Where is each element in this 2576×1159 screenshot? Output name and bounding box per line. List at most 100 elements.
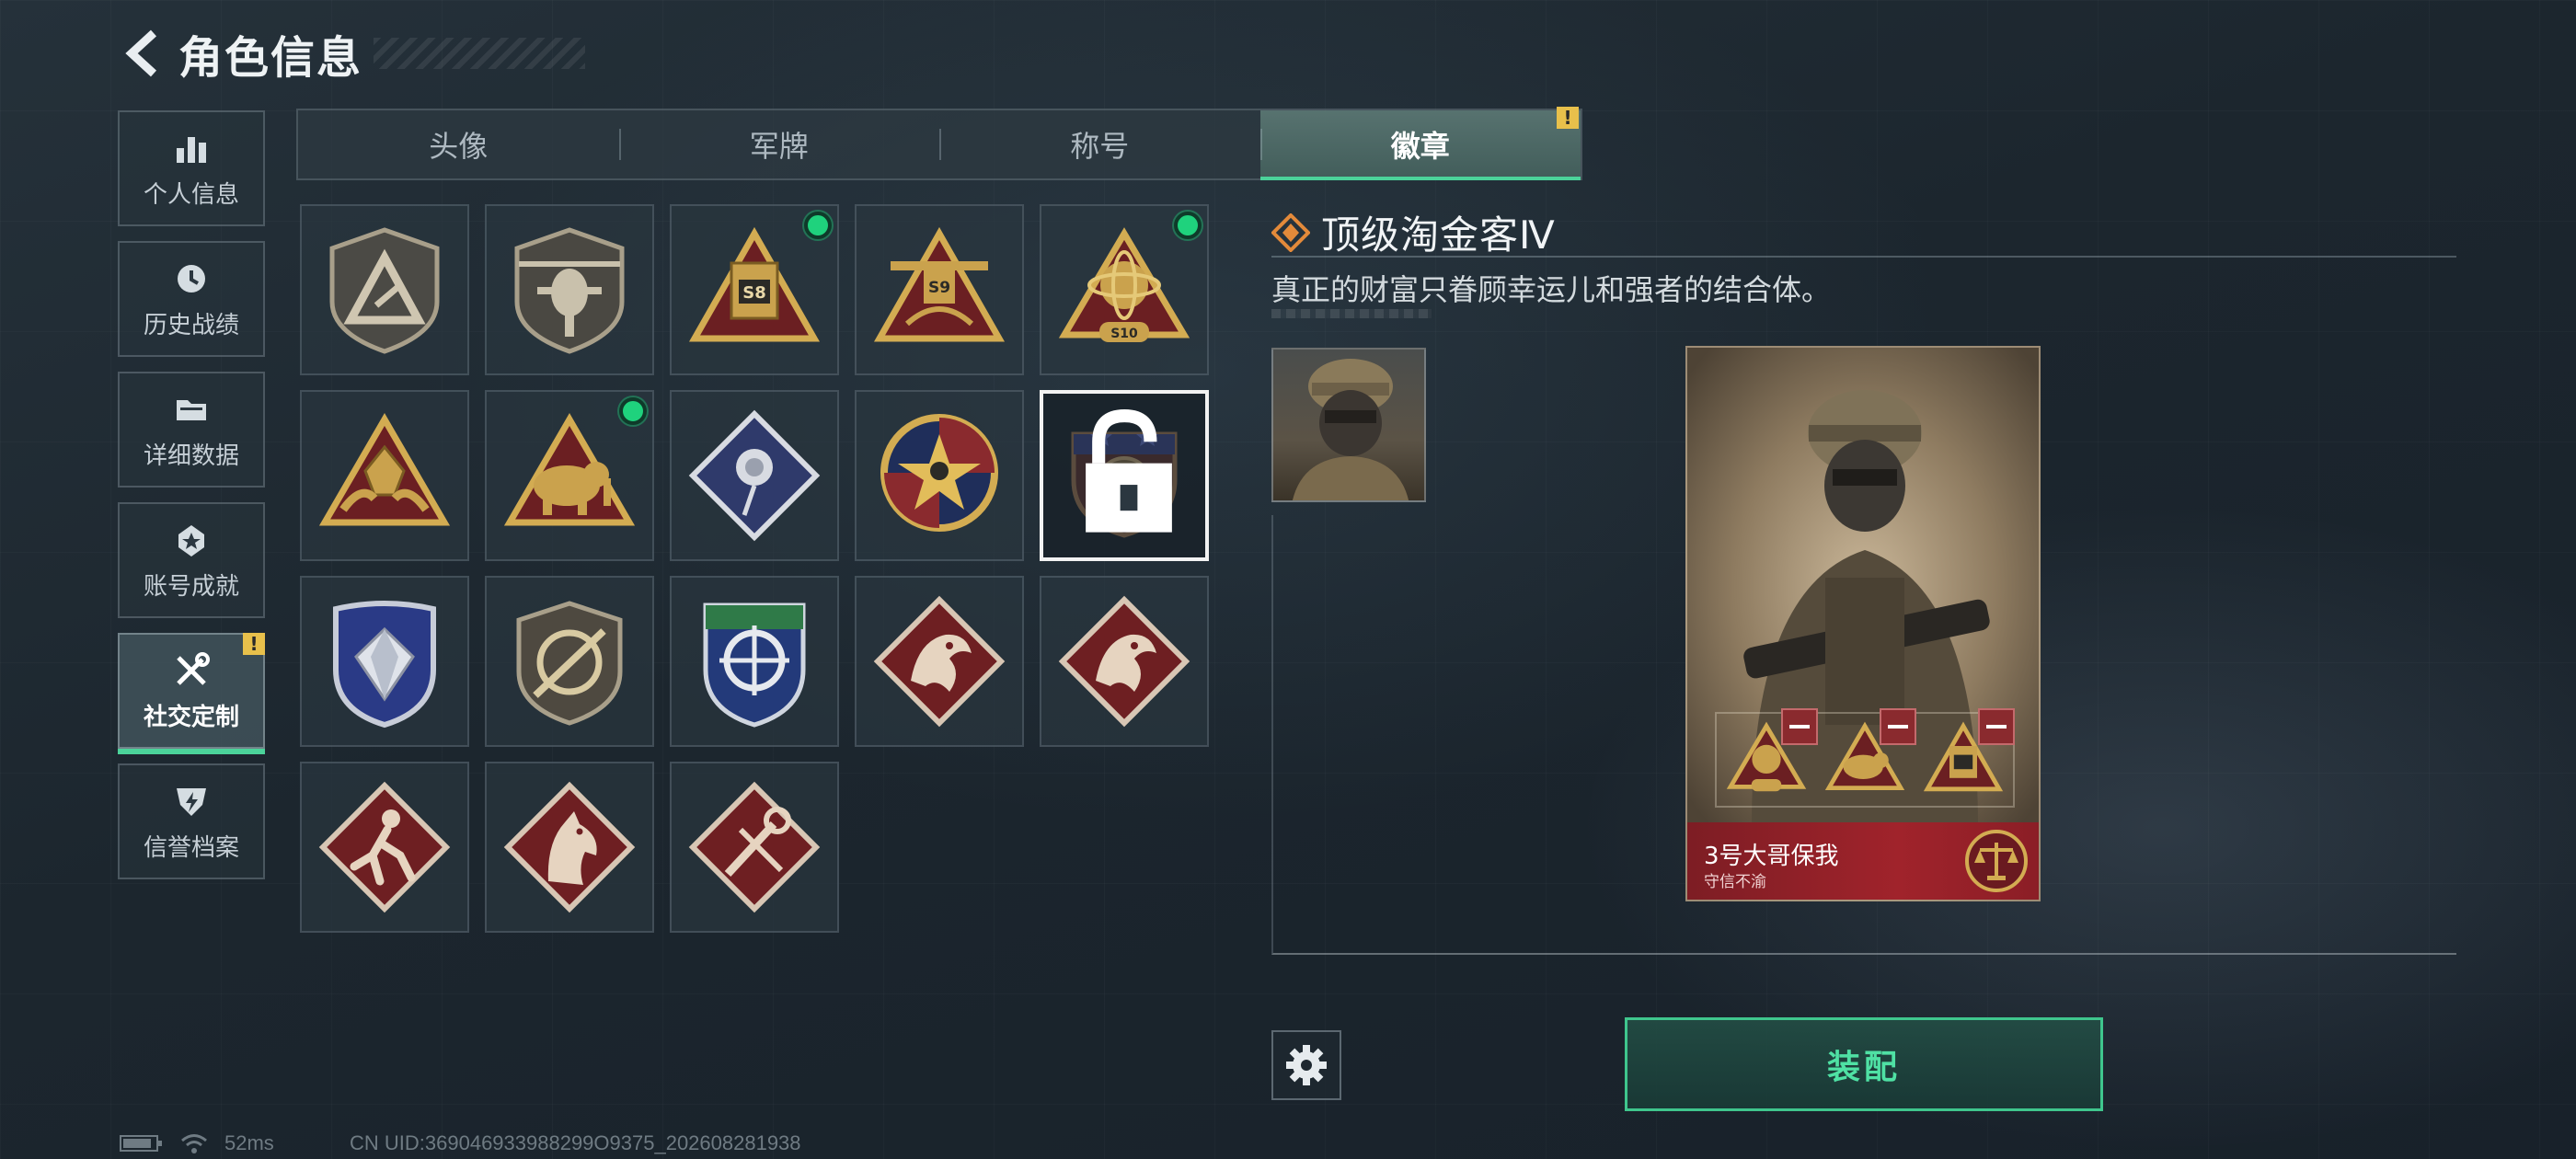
soldier-avatar-icon[interactable] — [1271, 348, 1426, 502]
scales-emblem-icon — [1965, 830, 2028, 892]
medal-icon — [171, 520, 212, 560]
sidebar-item-history[interactable]: 历史战绩 — [118, 241, 265, 357]
divider — [1271, 256, 2456, 258]
badge-cell[interactable]: S8 — [670, 204, 839, 375]
svg-text:S9: S9 — [928, 279, 950, 297]
badge-slots — [1715, 708, 2016, 808]
player-card: 3号大哥保我 守信不渝 — [1685, 346, 2041, 901]
sidebar-item-detailed-data[interactable]: 详细数据 — [118, 372, 265, 488]
badge-cell[interactable] — [855, 576, 1024, 747]
badge-cell-selected[interactable] — [1040, 390, 1209, 561]
badge-name: 顶级淘金客Ⅳ — [1321, 212, 1556, 258]
new-indicator — [1174, 212, 1202, 239]
s8-triangle-badge-icon: S8 — [688, 226, 821, 342]
svg-text:S8: S8 — [742, 283, 766, 303]
equip-button[interactable]: 装配 — [1625, 1017, 2103, 1111]
sidebar-item-label: 个人信息 — [143, 180, 239, 209]
tools-icon — [171, 650, 212, 691]
red-horse-badge-icon — [503, 781, 636, 913]
helicopter-shield-badge-icon — [514, 227, 625, 354]
gear-icon — [1286, 1045, 1327, 1085]
lock-open-icon — [1086, 409, 1172, 533]
tab-dog-tag[interactable]: 军牌 — [618, 110, 940, 178]
sidebar-item-label: 账号成就 — [143, 572, 239, 601]
badge-cell[interactable] — [300, 762, 469, 933]
badge-cell[interactable] — [485, 576, 654, 747]
category-tabs: 头像 军牌 称号 徽章 ! — [296, 107, 1582, 180]
tab-label: 徽章 — [1390, 129, 1450, 164]
badge-slot[interactable] — [1919, 708, 2016, 804]
badge-cell[interactable] — [670, 576, 839, 747]
gold-triangle-elephant-badge-icon — [503, 413, 636, 526]
sidebar-item-label: 信誉档案 — [143, 833, 239, 862]
badge-cell[interactable] — [485, 762, 654, 933]
tab-title[interactable]: 称号 — [939, 110, 1260, 178]
red-dragon-badge-2-icon — [1058, 595, 1190, 728]
badge-cell[interactable] — [670, 762, 839, 933]
orange-diamond-icon — [1271, 212, 1310, 252]
crosshair-shield-badge-icon — [703, 602, 806, 728]
header: 角色信息 — [120, 24, 586, 84]
badge-cell[interactable] — [855, 390, 1024, 561]
svg-text:S10: S10 — [1110, 327, 1138, 341]
shield-bolt-icon — [171, 781, 212, 821]
badge-cell[interactable] — [300, 204, 469, 375]
badge-slot[interactable] — [1722, 708, 1818, 804]
status-bar: 52ms — [120, 1130, 274, 1157]
card-footer: 3号大哥保我 守信不渝 — [1687, 822, 2039, 900]
title-decoration — [374, 38, 586, 69]
player-subtitle: 守信不渝 — [1704, 873, 1766, 891]
settings-button[interactable] — [1271, 1030, 1341, 1100]
sidebar-item-reputation[interactable]: 信誉档案 — [118, 763, 265, 879]
warning-badge: ! — [243, 633, 265, 655]
wifi-icon — [181, 1134, 207, 1153]
s10-triangle-badge-icon: S10 — [1058, 227, 1190, 342]
sidebar: 个人信息 历史战绩 详细数据 账号成就 ! 社交定制 信誉档案 — [118, 110, 265, 894]
rifle-shield-badge-icon — [516, 601, 623, 726]
rose-diamond-badge-icon — [688, 409, 821, 542]
folder-icon — [171, 389, 212, 430]
remove-badge-button[interactable] — [1978, 708, 2016, 745]
badge-cell[interactable] — [670, 390, 839, 561]
badge-cell[interactable]: S10 — [1040, 204, 1209, 375]
remove-badge-button[interactable] — [1780, 708, 1818, 745]
badge-cell[interactable]: S9 — [855, 204, 1024, 375]
tab-badge[interactable]: 徽章 ! — [1259, 107, 1581, 180]
new-indicator — [619, 397, 647, 425]
red-runner-badge-icon — [318, 781, 451, 913]
blue-diamond-shield-badge-icon — [333, 601, 436, 729]
sidebar-item-social-custom[interactable]: ! 社交定制 — [118, 633, 265, 754]
chevron-left-icon[interactable] — [120, 26, 166, 81]
new-indicator — [804, 212, 832, 239]
warning-badge: ! — [1557, 107, 1579, 129]
badge-grid: S8 S9 S10 — [300, 204, 1211, 933]
user-uid: CN UID:369046933988299O9375_202608281938 — [350, 1131, 801, 1154]
star-skull-round-badge-icon — [880, 414, 998, 532]
battery-icon — [120, 1135, 162, 1152]
badge-slot[interactable] — [1821, 708, 1916, 804]
remove-badge-button[interactable] — [1879, 708, 1916, 745]
detail-header: 顶级淘金客Ⅳ — [1271, 204, 1556, 260]
sidebar-item-personal-info[interactable]: 个人信息 — [118, 110, 265, 226]
badge-cell[interactable] — [300, 576, 469, 747]
badge-cell[interactable] — [485, 390, 654, 561]
player-name: 3号大哥保我 — [1704, 843, 1839, 870]
badge-cell[interactable] — [1040, 576, 1209, 747]
sidebar-item-label: 历史战绩 — [143, 311, 239, 339]
triangle-a-shield-badge-icon — [329, 227, 440, 354]
badge-cell[interactable] — [485, 204, 654, 375]
sidebar-item-label: 社交定制 — [143, 703, 239, 731]
badge-cell[interactable] — [300, 390, 469, 561]
sidebar-item-achievements[interactable]: 账号成就 — [118, 502, 265, 618]
ping-value: 52ms — [224, 1131, 274, 1154]
gold-triangle-hands-badge-icon — [318, 413, 451, 526]
description-decoration — [1271, 309, 1432, 318]
page-title: 角色信息 — [178, 32, 363, 84]
clock-history-icon — [171, 258, 212, 299]
badge-description: 真正的财富只眷顾幸运儿和强者的结合体。 — [1271, 272, 1832, 307]
equip-label: 装配 — [1826, 1049, 1901, 1086]
red-dragon-badge-icon — [873, 595, 1006, 728]
tab-avatar[interactable]: 头像 — [298, 110, 619, 178]
bar-chart-icon — [171, 128, 212, 168]
s9-triangle-badge-icon: S9 — [873, 226, 1006, 342]
